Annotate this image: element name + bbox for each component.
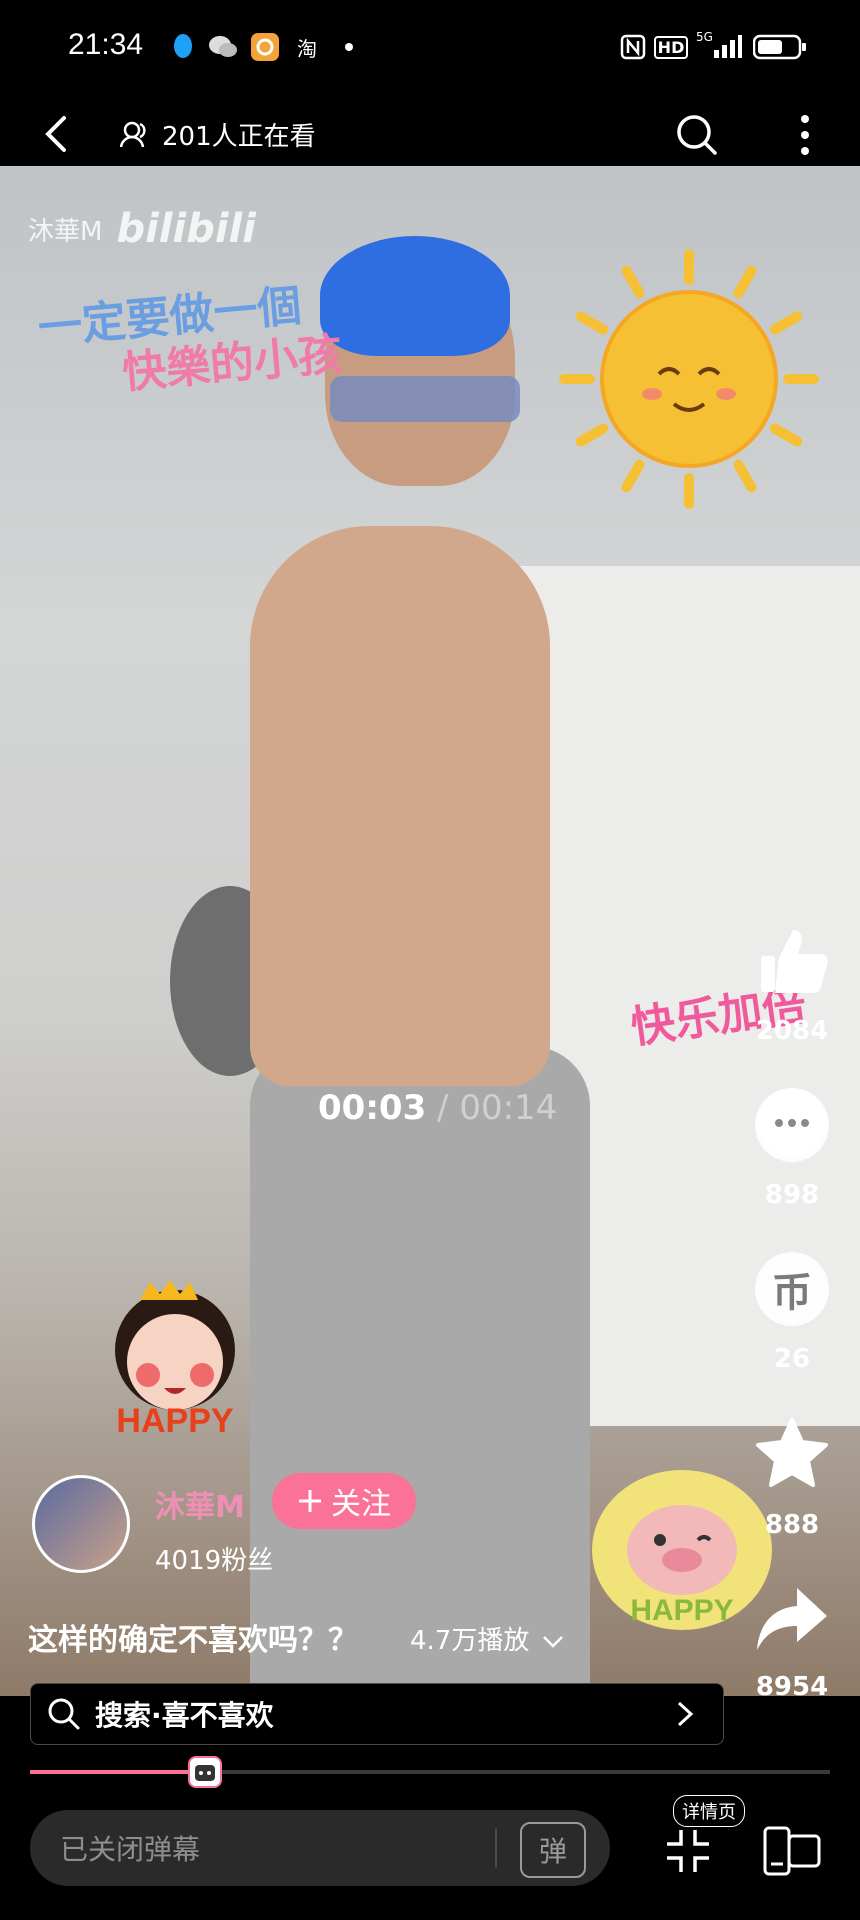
share-button[interactable] [755,1582,829,1656]
fan-count: 4019粉丝 [155,1546,274,1576]
app-icon [250,32,280,62]
taobao-icon: 淘 [297,36,317,61]
related-search-text: 搜索·喜不喜欢 [95,1699,274,1732]
wechat-icon [208,32,238,62]
thumbs-up-icon [761,930,828,993]
battery-icon [752,32,808,62]
hd-icon: HD [653,32,689,62]
share-icon [757,1588,827,1650]
time-separator: / [426,1088,460,1128]
qq-icon [168,32,198,62]
video-watermark: 沐華M bilibili [28,206,256,252]
net-label: 5G [696,30,713,44]
chevron-left-icon [45,116,66,152]
author-name[interactable]: 沐華M [155,1482,245,1526]
sticker-happy-chick: HAPPY [592,1470,772,1630]
video-person-visor [330,376,520,422]
rotate-screen-icon [763,1826,821,1876]
collapse-icon [667,1830,709,1872]
sticker-happy-boy: HAPPY [80,1280,270,1440]
viewer-count-text: 201人正在看 [162,122,316,152]
search-icon [677,115,717,155]
watermark-logo: bilibili [116,206,256,252]
favorite-button[interactable] [755,1416,829,1490]
play-count[interactable]: 4.7万播放 [410,1620,564,1657]
search-button[interactable] [676,114,718,156]
time-current: 00:03 [318,1088,427,1128]
chevron-right-icon [677,1701,694,1727]
search-icon [48,1698,80,1730]
like-count: 2084 [755,1016,829,1046]
video-person-legs [250,1046,590,1696]
orientation-button[interactable] [763,1826,821,1876]
tv-icon [195,1765,215,1781]
video-person-torso [250,526,550,1086]
comment-icon [758,1089,826,1157]
like-button[interactable] [755,920,835,1000]
watermark-user: 沐華M [28,216,103,247]
share-count: 8954 [755,1672,829,1702]
author-avatar[interactable] [32,1475,130,1573]
sun-sticker [559,249,819,509]
nfc-icon [618,32,648,62]
status-time: 21:34 [68,28,144,61]
comment-button[interactable] [755,1088,829,1162]
related-search-bar[interactable]: 搜索·喜不喜欢 [30,1683,724,1745]
more-vertical-icon [801,115,809,155]
back-button[interactable] [38,114,78,154]
danmaku-toggle-button[interactable]: 弹 [520,1822,586,1878]
people-icon [120,121,146,147]
comment-count: 898 [764,1180,820,1210]
fullscreen-button[interactable] [665,1828,711,1874]
video-person-hair [320,236,510,356]
sun-ray [783,374,819,384]
plus-icon [299,1490,321,1512]
coin-icon: 币 [772,1270,812,1316]
viewer-count: 201人正在看 [120,116,316,153]
coin-count: 26 [773,1344,811,1374]
favorite-count: 888 [764,1510,820,1540]
time-total: 00:14 [459,1088,558,1128]
detail-page-label[interactable]: 详情页 [673,1795,745,1827]
more-button[interactable] [790,114,820,156]
sticker-happy-left-text: HAPPY [116,1402,233,1440]
progress-thumb[interactable] [188,1756,222,1788]
dot-icon [334,32,364,62]
star-icon [756,1418,828,1487]
sticker-happy-right-text: HAPPY [630,1594,733,1627]
sun-ray [684,249,694,285]
danmaku-placeholder: 已关闭弹幕 [60,1833,201,1866]
danmaku-divider [495,1828,497,1868]
chevron-down-icon [542,1636,563,1648]
progress-bar[interactable] [30,1770,830,1774]
follow-button[interactable]: 关注 [272,1473,416,1529]
sun-ray [684,473,694,509]
video-title[interactable]: 这样的确定不喜欢吗？？ [28,1615,358,1659]
playback-time: 00:03 / 00:14 [318,1088,557,1128]
progress-fill [30,1770,202,1774]
5g-signal-icon: 5G [694,30,744,62]
sun-ray [559,374,595,384]
play-count-text: 4.7万播放 [410,1626,530,1656]
hd-label: HD [653,35,689,59]
coin-button[interactable]: 币 [755,1252,829,1326]
danmaku-toggle-label: 弹 [538,1835,567,1868]
follow-label: 关注 [331,1487,391,1522]
